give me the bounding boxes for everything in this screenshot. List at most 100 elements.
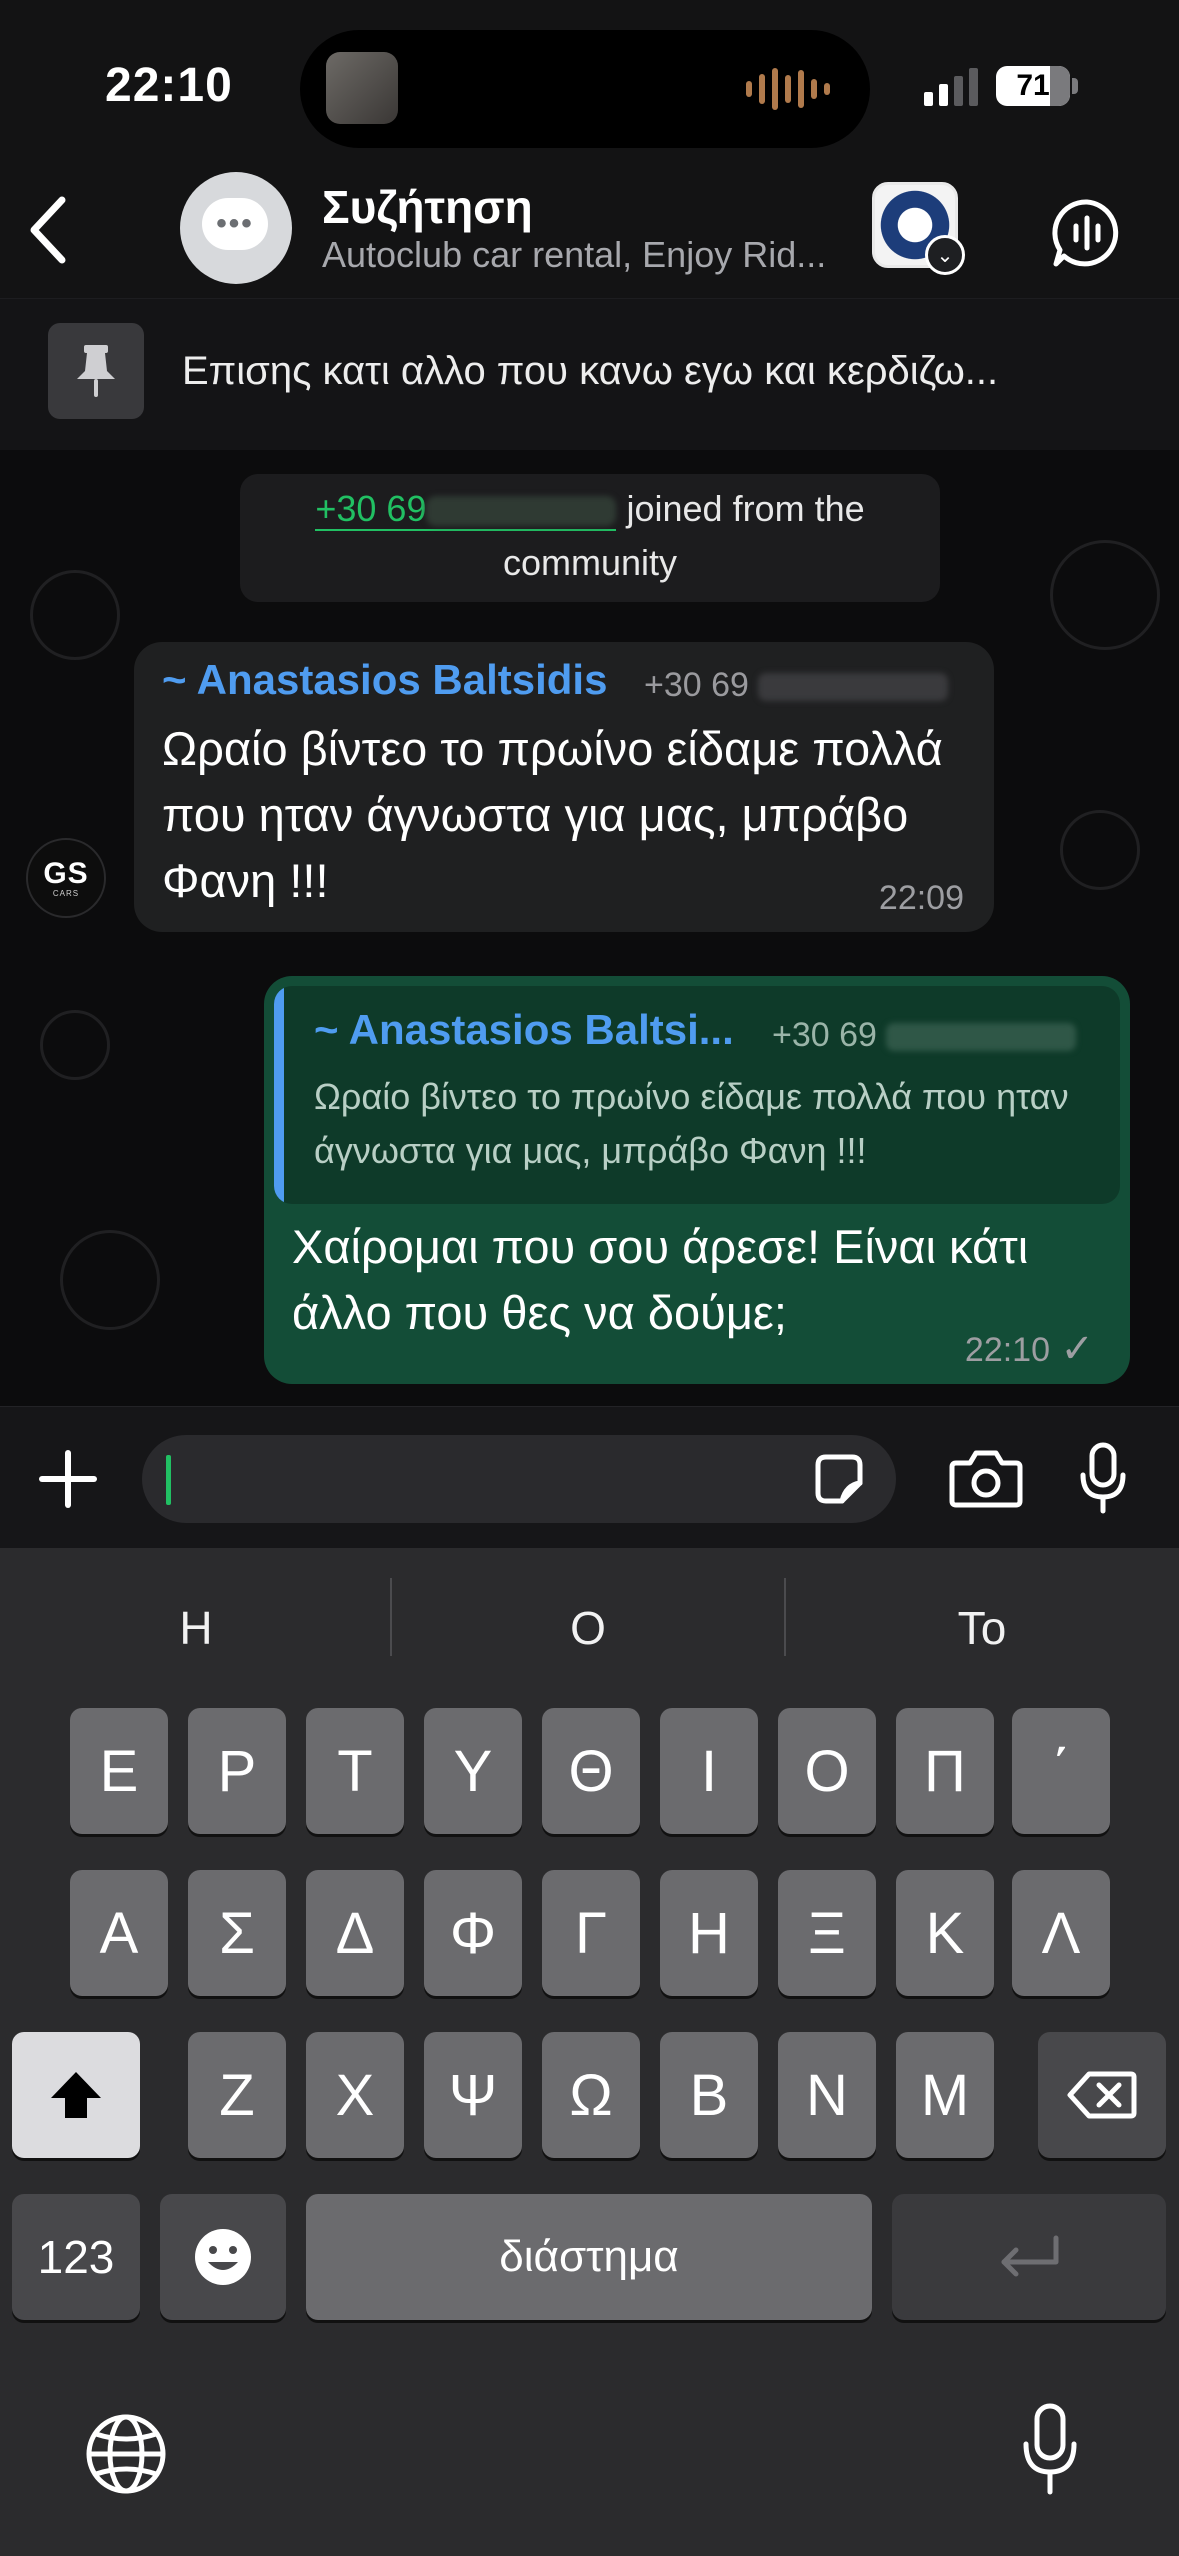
key[interactable]: Σ [188,1870,286,1996]
key[interactable]: Ν [778,2032,876,2158]
globe-icon[interactable] [84,2412,168,2496]
key[interactable]: Ξ [778,1870,876,1996]
keyboard-bottom-bar [0,2388,1179,2518]
sender-avatar[interactable]: GS CARS [26,838,106,918]
sticker-icon[interactable] [810,1451,868,1509]
message-text: Ωραίο βίντεο το πρωίνο είδαμε πολλά που … [162,722,943,907]
chat-title[interactable]: Συζήτηση [322,180,533,234]
key[interactable]: Θ [542,1708,640,1834]
key[interactable]: Ζ [188,2032,286,2158]
chevron-down-icon: ⌄ [925,235,965,275]
message-text: Χαίρομαι που σου άρεσε! Είναι κάτι άλλο … [292,1220,1029,1339]
status-time: 22:10 [105,59,233,112]
redacted-number [758,673,949,702]
pinned-message-bar[interactable]: Επισης κατι αλλο που κανω εγω και κερδιζ… [0,298,1179,450]
prediction-1[interactable]: Η [0,1578,392,1678]
message-time: 22:09 [878,879,964,917]
message-time: 22:10 [964,1331,1050,1369]
shift-arrow-icon [51,2072,101,2118]
wallpaper-doodle [30,570,120,660]
delete-key[interactable] [1038,2032,1166,2158]
key[interactable]: Ρ [188,1708,286,1834]
pin-icon [48,323,144,419]
reply-sender-phone: +30 69 [772,1016,1077,1055]
key[interactable]: Υ [424,1708,522,1834]
message-list[interactable]: +30 69 joined from the community ~ Anast… [0,450,1179,1406]
sender-name[interactable]: ~ Anastasios Baltsidis [162,656,607,704]
wallpaper-doodle [40,1010,110,1080]
outgoing-message-bubble[interactable]: ~ Anastasios Baltsi... +30 69 Ωραίο βίντ… [264,976,1130,1384]
wallpaper-doodle [1060,810,1140,890]
key[interactable]: Ι [660,1708,758,1834]
key[interactable]: Γ [542,1870,640,1996]
audio-wave-icon [746,66,830,112]
camera-icon[interactable] [948,1447,1024,1509]
key[interactable]: Ψ [424,2032,522,2158]
incoming-message-bubble[interactable]: ~ Anastasios Baltsidis +30 69 Ωραίο βίντ… [134,642,994,932]
community-logo[interactable]: ⌄ [872,182,965,275]
prediction-2[interactable]: Ο [392,1578,784,1678]
shift-key[interactable] [12,2032,140,2158]
space-key[interactable]: διάστημα [306,2194,872,2320]
plus-icon[interactable] [36,1447,100,1511]
reply-accent-bar [274,986,284,1204]
key[interactable]: Τ [306,1708,404,1834]
reply-sender-name: ~ Anastasios Baltsi... [314,1006,734,1053]
microphone-icon[interactable] [1078,1441,1128,1515]
sender-phone: +30 69 [644,666,949,705]
key[interactable]: Μ [896,2032,994,2158]
key[interactable]: Α [70,1870,168,1996]
predictive-bar: Η Ο Το [0,1578,1179,1678]
joined-text-community: community [502,542,678,583]
message-composer [0,1406,1179,1548]
status-bar: 22:10 71 [0,0,1179,160]
sender-phone-prefix: +30 69 [644,666,749,704]
chat-bubble-icon: ••• [202,198,268,250]
redacted-number [426,496,617,527]
joined-text: joined from the [616,488,865,529]
key[interactable]: Β [660,2032,758,2158]
joined-phone-link[interactable]: +30 69 [315,488,617,531]
key[interactable]: Ο [778,1708,876,1834]
dictation-microphone-icon[interactable] [1020,2402,1080,2498]
key[interactable]: Η [660,1870,758,1996]
chat-header: ••• Συζήτηση Autoclub car rental, Enjoy … [0,160,1179,298]
quoted-reply[interactable]: ~ Anastasios Baltsi... +30 69 Ωραίο βίντ… [274,986,1120,1204]
pinned-message-text: Επισης κατι αλλο που κανω εγω και κερδιζ… [182,349,999,393]
key[interactable]: Κ [896,1870,994,1996]
key[interactable]: Ω [542,2032,640,2158]
chat-subtitle[interactable]: Autoclub car rental, Enjoy Rid... [322,234,852,276]
return-key[interactable] [892,2194,1166,2320]
key[interactable]: Ε [70,1708,168,1834]
back-chevron-icon[interactable] [22,190,82,270]
key[interactable]: Δ [306,1870,404,1996]
numbers-key[interactable]: 123 [12,2194,140,2320]
key[interactable]: Φ [424,1870,522,1996]
key[interactable]: Χ [306,2032,404,2158]
redacted-number [886,1023,1077,1052]
message-input[interactable] [142,1435,896,1523]
avatar-logo-subtext: CARS [52,888,80,898]
dynamic-island[interactable] [300,30,870,148]
battery-level: 71 [1016,69,1050,102]
group-avatar[interactable]: ••• [180,172,292,284]
sent-check-icon: ✓ [1060,1327,1094,1371]
avatar-logo-text: GS [43,856,89,890]
emoji-key[interactable] [160,2194,286,2320]
key-accent[interactable]: ΄ [1012,1708,1110,1834]
battery-tip [1072,78,1078,94]
system-message: +30 69 joined from the community [240,474,940,602]
key[interactable]: Π [896,1708,994,1834]
reply-phone-prefix: +30 69 [772,1016,877,1054]
now-playing-thumbnail [326,52,398,124]
prediction-3[interactable]: Το [786,1578,1178,1678]
battery-icon: 71 [996,66,1070,106]
key[interactable]: Λ [1012,1870,1110,1996]
text-caret [166,1455,171,1505]
voice-chat-icon[interactable] [1052,198,1122,268]
keyboard: Η Ο Το Ε Ρ Τ Υ Θ Ι Ο Π ΄ Α Σ Δ Φ Γ Η Ξ Κ… [0,1548,1179,2556]
wallpaper-doodle [60,1230,160,1330]
backspace-icon [1067,2071,1137,2119]
wallpaper-doodle [1050,540,1160,650]
cellular-signal-icon [924,66,978,106]
